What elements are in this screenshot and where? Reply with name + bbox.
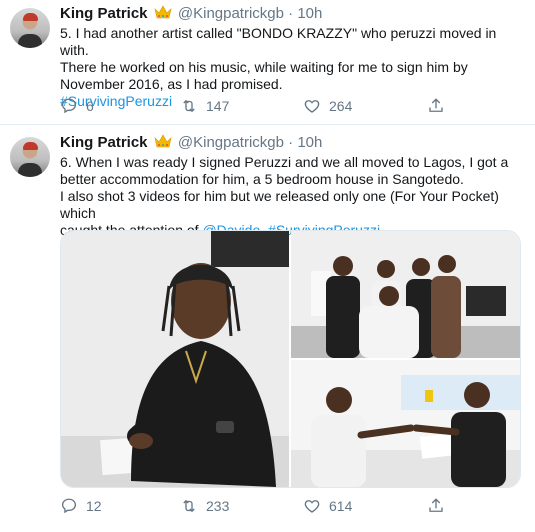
like-count: 264 <box>329 98 353 114</box>
photo-group[interactable] <box>291 231 520 358</box>
tweet-time[interactable]: 10h <box>297 134 322 151</box>
tweet-5[interactable]: King Patrick @Kingpatrickgb · 10h 5. I h… <box>0 0 535 125</box>
speech-bubble-icon <box>61 98 77 114</box>
photo-signing-contract[interactable] <box>61 231 289 487</box>
author-name[interactable]: King Patrick <box>60 134 148 151</box>
author-handle[interactable]: @Kingpatrickgb <box>178 134 284 151</box>
tweet-actions: 12 233 614 <box>60 497 460 517</box>
avatar[interactable] <box>10 137 50 177</box>
crown-emoji-icon <box>154 134 172 148</box>
text-line: November 2016, as I had promised. <box>60 76 283 92</box>
share-button[interactable] <box>427 497 445 515</box>
text-line: 6. When I was ready I signed Peruzzi and… <box>60 154 509 170</box>
heart-icon <box>304 100 320 113</box>
reply-button[interactable]: 12 <box>60 497 102 515</box>
retweet-count: 147 <box>206 98 230 114</box>
text-line: I also shot 3 videos for him but we rele… <box>60 188 499 221</box>
like-button[interactable]: 614 <box>303 497 352 515</box>
avatar[interactable] <box>10 8 50 48</box>
retweet-button[interactable]: 233 <box>180 497 229 515</box>
separator: · <box>288 5 294 22</box>
tweet-6[interactable]: King Patrick @Kingpatrickgb · 10h 6. Whe… <box>0 125 535 532</box>
like-button[interactable]: 264 <box>303 97 352 115</box>
photo-illustration <box>61 231 289 487</box>
retweet-icon <box>183 100 195 112</box>
reply-button[interactable]: 6 <box>60 97 94 115</box>
text-line: 5. I had another artist called "BONDO KR… <box>60 25 497 58</box>
tweet-text: 6. When I was ready I signed Peruzzi and… <box>60 154 525 239</box>
like-count: 614 <box>329 498 353 514</box>
author-name[interactable]: King Patrick <box>60 5 148 22</box>
tweet-actions: 6 147 264 <box>60 97 460 117</box>
share-icon <box>429 98 443 112</box>
retweet-button[interactable]: 147 <box>180 97 229 115</box>
reply-count: 6 <box>86 98 94 114</box>
share-button[interactable] <box>427 97 445 115</box>
tweet-header: King Patrick @Kingpatrickgb · 10h <box>60 134 322 151</box>
text-line: better accommodation for him, a 5 bedroo… <box>60 171 464 187</box>
author-handle[interactable]: @Kingpatrickgb <box>178 5 284 22</box>
crown-emoji-icon <box>154 5 172 19</box>
photo-grid <box>60 230 521 488</box>
heart-icon <box>304 500 320 513</box>
share-icon <box>429 498 443 512</box>
text-line: There he worked on his music, while wait… <box>60 59 468 75</box>
tweet-header: King Patrick @Kingpatrickgb · 10h <box>60 5 322 22</box>
photo-illustration <box>291 360 520 487</box>
reply-count: 12 <box>86 498 102 514</box>
retweet-count: 233 <box>206 498 230 514</box>
speech-bubble-icon <box>61 498 77 514</box>
retweet-icon <box>183 500 195 512</box>
photo-illustration <box>291 231 520 358</box>
photo-handshake[interactable] <box>291 360 520 487</box>
separator: · <box>288 134 294 151</box>
tweet-time[interactable]: 10h <box>297 5 322 22</box>
